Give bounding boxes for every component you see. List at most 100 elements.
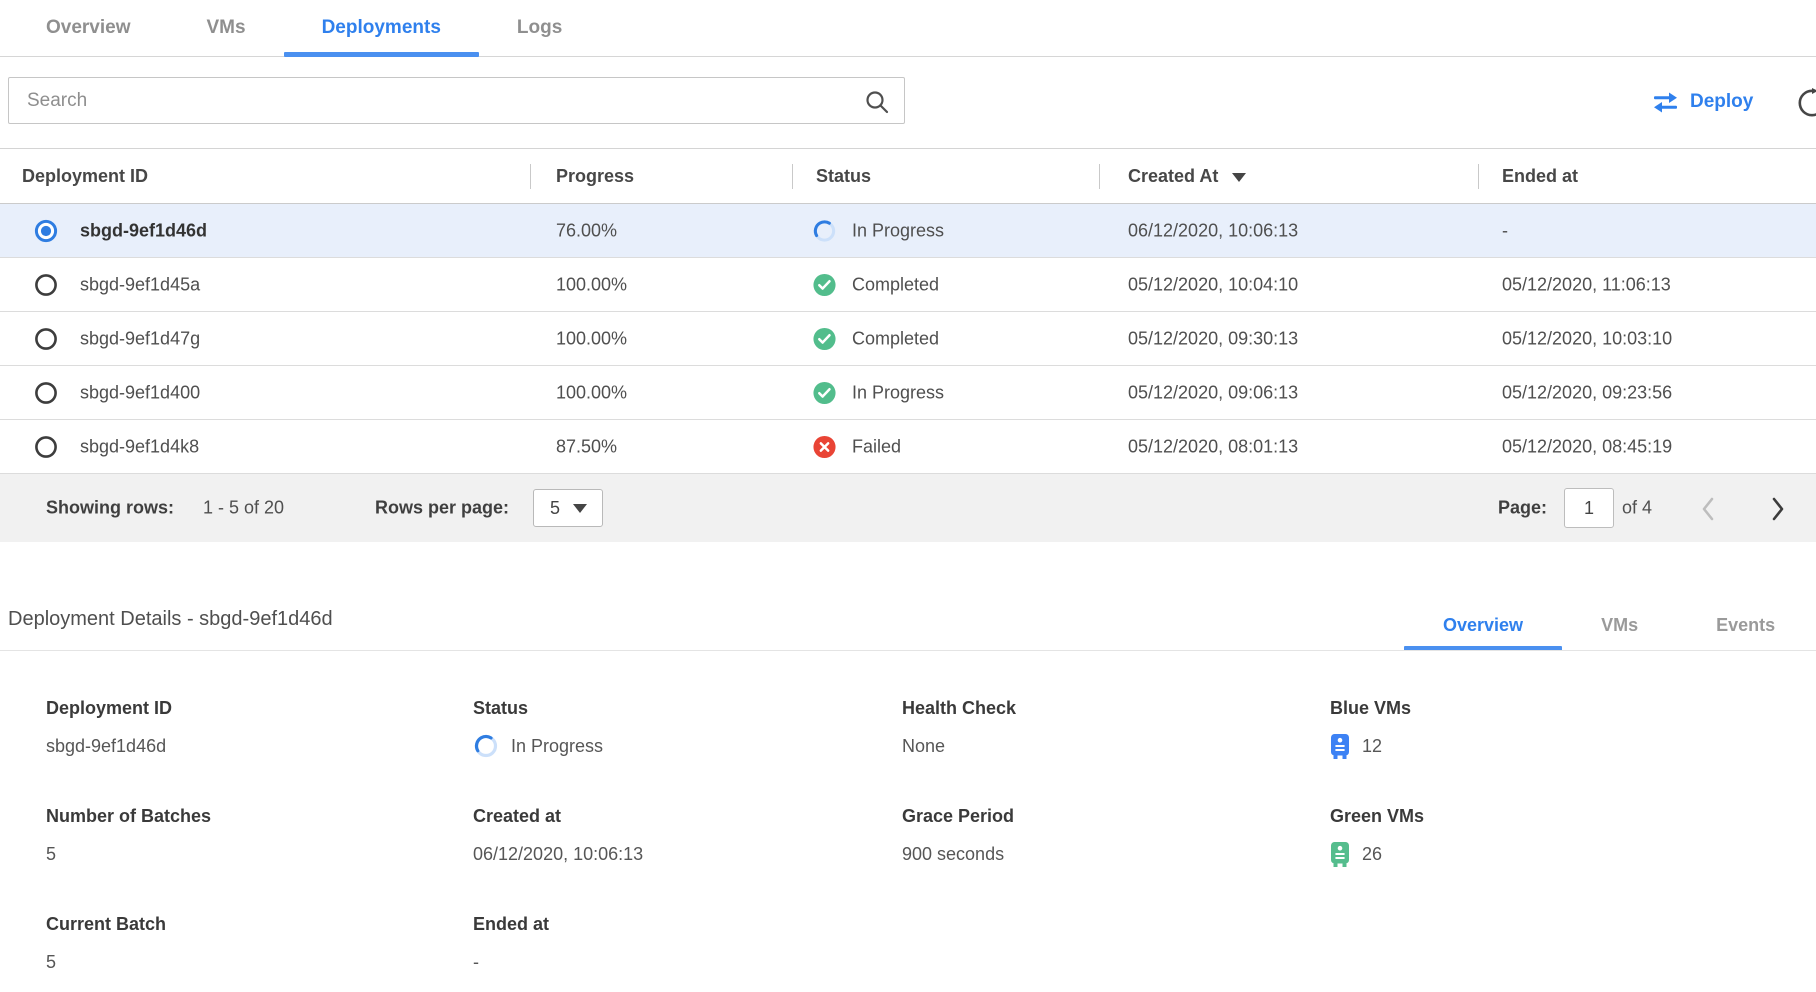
details-tab-vms[interactable]: VMs [1562, 600, 1677, 651]
rows-per-page-value: 5 [550, 498, 560, 519]
column-header-deployment-id[interactable]: Deployment ID [22, 149, 148, 203]
field-value: 5 [46, 949, 166, 975]
progress-value: 100.00% [556, 274, 627, 295]
field-value: In Progress [473, 733, 603, 759]
deployment-id: sbgd-9ef1d47g [80, 328, 200, 349]
field-value: 5 [46, 841, 211, 867]
deployment-id: sbgd-9ef1d4k8 [80, 436, 199, 457]
status-cell: Failed [812, 434, 901, 459]
tab-overview[interactable]: Overview [8, 0, 169, 56]
x-circle-icon [812, 434, 837, 459]
field-ended-at: Ended at - [473, 914, 549, 975]
showing-rows-value: 1 - 5 of 20 [203, 498, 284, 519]
radio-unselected[interactable] [34, 435, 58, 459]
ended-at-value: - [1502, 220, 1508, 241]
created-at-value: 05/12/2020, 09:30:13 [1128, 328, 1298, 349]
search-box [8, 77, 905, 124]
created-at-label: Created At [1128, 166, 1218, 186]
field-blue-vms: Blue VMs 12 [1330, 698, 1411, 759]
radio-unselected[interactable] [34, 381, 58, 405]
field-green-vms: Green VMs 26 [1330, 806, 1424, 867]
search-icon[interactable] [864, 89, 890, 115]
table-row[interactable]: sbgd-9ef1d400 100.00% In Progress 05/12/… [0, 366, 1816, 420]
table-row[interactable]: sbgd-9ef1d46d 76.00% In Progress 06/12/2… [0, 204, 1816, 258]
details-tab-events[interactable]: Events [1677, 600, 1814, 651]
field-value: 06/12/2020, 10:06:13 [473, 841, 643, 867]
table-row[interactable]: sbgd-9ef1d45a 100.00% Completed 05/12/20… [0, 258, 1816, 312]
vm-icon-green [1330, 842, 1350, 867]
deployment-id: sbgd-9ef1d46d [80, 220, 207, 241]
deploy-label: Deploy [1690, 91, 1753, 113]
field-value: None [902, 733, 1016, 759]
ended-at-value: 05/12/2020, 10:03:10 [1502, 328, 1672, 349]
radio-unselected[interactable] [34, 327, 58, 351]
field-health-check: Health Check None [902, 698, 1016, 759]
page-number-input[interactable] [1564, 488, 1614, 528]
column-header-ended-at[interactable]: Ended at [1502, 149, 1578, 203]
field-label: Created at [473, 806, 643, 827]
column-header-created-at[interactable]: Created At [1128, 149, 1246, 203]
field-value: 12 [1330, 733, 1411, 759]
field-value: sbgd-9ef1d46d [46, 733, 172, 759]
status-text: Completed [852, 274, 939, 295]
chevron-right-icon[interactable] [1768, 496, 1788, 522]
field-label: Ended at [473, 914, 549, 935]
table-footer: Showing rows: 1 - 5 of 20 Rows per page:… [0, 474, 1816, 542]
field-current-batch: Current Batch 5 [46, 914, 166, 975]
field-label: Health Check [902, 698, 1016, 719]
showing-rows-label: Showing rows: [46, 498, 174, 519]
column-divider [792, 164, 793, 189]
tab-logs[interactable]: Logs [479, 0, 600, 56]
vm-count: 26 [1362, 844, 1382, 865]
sort-desc-icon[interactable] [1232, 173, 1246, 182]
field-value: - [473, 949, 549, 975]
ended-at-value: 05/12/2020, 09:23:56 [1502, 382, 1672, 403]
field-status: Status In Progress [473, 698, 603, 759]
created-at-value: 05/12/2020, 09:06:13 [1128, 382, 1298, 403]
created-at-value: 06/12/2020, 10:06:13 [1128, 220, 1298, 241]
table-header: Deployment ID Progress Status Created At… [0, 148, 1816, 204]
progress-value: 100.00% [556, 328, 627, 349]
table-row[interactable]: sbgd-9ef1d4k8 87.50% Failed 05/12/2020, … [0, 420, 1816, 474]
details-title: Deployment Details - sbgd-9ef1d46d [8, 608, 333, 631]
table-row[interactable]: sbgd-9ef1d47g 100.00% Completed 05/12/20… [0, 312, 1816, 366]
column-header-progress[interactable]: Progress [556, 149, 634, 203]
deployment-id: sbgd-9ef1d45a [80, 274, 200, 295]
deployment-id: sbgd-9ef1d400 [80, 382, 200, 403]
field-label: Current Batch [46, 914, 166, 935]
rows-per-page-select[interactable]: 5 [533, 489, 603, 527]
created-at-value: 05/12/2020, 08:01:13 [1128, 436, 1298, 457]
top-tab-bar: Overview VMs Deployments Logs [0, 0, 1816, 57]
in-progress-spinner-icon [812, 218, 837, 243]
status-text: Failed [852, 436, 901, 457]
field-label: Status [473, 698, 603, 719]
status-cell: In Progress [812, 380, 944, 405]
progress-value: 87.50% [556, 436, 617, 457]
tab-vms[interactable]: VMs [169, 0, 284, 56]
field-created-at: Created at 06/12/2020, 10:06:13 [473, 806, 643, 867]
refresh-icon[interactable] [1797, 88, 1816, 118]
search-input[interactable] [9, 78, 904, 123]
column-divider [1478, 164, 1479, 189]
radio-unselected[interactable] [34, 273, 58, 297]
status-cell: In Progress [812, 218, 944, 243]
check-circle-icon [812, 272, 837, 297]
details-tab-overview[interactable]: Overview [1404, 600, 1562, 651]
column-header-status[interactable]: Status [816, 149, 871, 203]
status-text: Completed [852, 328, 939, 349]
tab-deployments[interactable]: Deployments [284, 0, 479, 56]
field-label: Number of Batches [46, 806, 211, 827]
field-value: 26 [1330, 841, 1424, 867]
status-text: In Progress [852, 382, 944, 403]
progress-value: 76.00% [556, 220, 617, 241]
deploy-button[interactable]: Deploy [1652, 88, 1753, 116]
radio-selected[interactable] [34, 219, 58, 243]
check-circle-icon [812, 380, 837, 405]
chevron-left-icon[interactable] [1698, 496, 1718, 522]
rows-per-page-label: Rows per page: [375, 498, 509, 519]
status-text: In Progress [511, 736, 603, 757]
page-label: Page: [1498, 498, 1547, 519]
table-body: sbgd-9ef1d46d 76.00% In Progress 06/12/2… [0, 204, 1816, 474]
ended-at-value: 05/12/2020, 08:45:19 [1502, 436, 1672, 457]
field-label: Grace Period [902, 806, 1014, 827]
